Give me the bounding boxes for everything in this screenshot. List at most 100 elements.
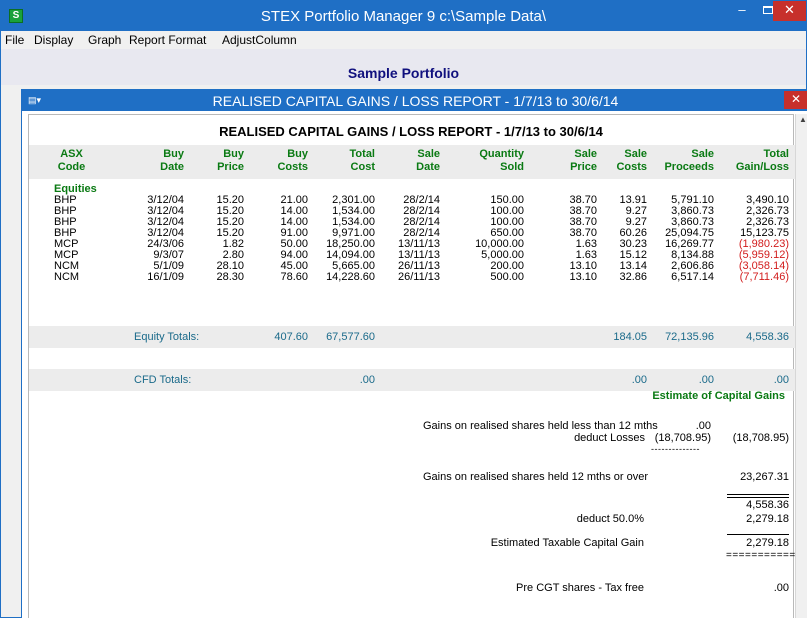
column-header-code: ASX Code: [54, 148, 89, 174]
equity-totals-row: Equity Totals: 407.60 67,577.60 184.05 7…: [29, 326, 795, 348]
estimate-title: Estimate of Capital Gains: [652, 390, 785, 402]
cfd-totals-row: CFD Totals: .00 .00 .00 .00: [29, 369, 795, 391]
report-window-title: REALISED CAPITAL GAINS / LOSS REPORT - 1…: [212, 93, 619, 109]
net-value: 4,558.36: [746, 499, 789, 511]
menu-file[interactable]: File: [5, 33, 24, 47]
report-body: REALISED CAPITAL GAINS / LOSS REPORT - 1…: [28, 114, 796, 618]
column-header-line: Sale: [624, 148, 647, 160]
taxable-label: Estimated Taxable Capital Gain: [490, 537, 644, 549]
net-rule: [727, 494, 789, 495]
menu-report-format[interactable]: Report Format: [129, 33, 206, 47]
column-header-line: Date: [160, 161, 184, 173]
column-header-line: Costs: [277, 161, 308, 173]
column-header-line: Gain/Loss: [735, 161, 789, 173]
column-header-line: Sold: [500, 161, 524, 173]
maximize-icon: [763, 6, 773, 14]
ge12-label: Gains on realised shares held 12 mths or…: [423, 471, 649, 483]
equity-totals-label: Equity Totals:: [134, 331, 200, 343]
column-header-line: Quantity: [479, 148, 524, 160]
equity-total-sale-costs: 184.05: [613, 331, 647, 343]
column-header-line: Costs: [616, 161, 647, 173]
column-header-line: Price: [217, 161, 244, 173]
column-header-line: Buy: [287, 148, 308, 160]
precgt-label: Pre CGT shares - Tax free: [516, 582, 644, 594]
close-icon: ✕: [790, 92, 802, 106]
report-window: ▤▾ REALISED CAPITAL GAINS / LOSS REPORT …: [21, 89, 807, 618]
cell-buy-price: 28.30: [216, 271, 244, 283]
cell-buy-costs: 78.60: [280, 271, 308, 283]
column-header-sale-price: Sale Price: [529, 148, 597, 174]
column-header-line: Date: [416, 161, 440, 173]
column-header-line: Sale: [417, 148, 440, 160]
equity-total-sale-proceeds: 72,135.96: [665, 331, 714, 343]
cfd-totals-label: CFD Totals:: [134, 374, 192, 386]
precgt-value: .00: [773, 582, 789, 594]
cell-total-cost: 14,228.60: [326, 271, 375, 283]
cfd-total-sale-costs: .00: [631, 374, 647, 386]
menu-bar: File Display Graph Report Format AdjustC…: [1, 31, 806, 49]
close-button[interactable]: ✕: [773, 1, 806, 21]
cell-sale-costs: 32.86: [619, 271, 647, 283]
column-header-line: Total: [349, 148, 375, 160]
deduct-losses-label: deduct Losses: [574, 432, 645, 444]
cell-quantity-sold: 500.00: [490, 271, 524, 283]
minimize-button[interactable]: –: [729, 1, 755, 21]
cell-total-gain-loss: (7,711.46): [739, 271, 789, 283]
cfd-total-cost: .00: [359, 374, 375, 386]
equity-total-cost: 67,577.60: [326, 331, 375, 343]
window-title: STEX Portfolio Manager 9 c:\Sample Data\: [260, 8, 547, 25]
column-header-line: Sale: [574, 148, 597, 160]
column-header-line: Buy: [163, 148, 184, 160]
taxable-value: 2,279.18: [746, 537, 789, 549]
minimize-icon: –: [738, 2, 746, 17]
column-header-sale-costs: Sale Costs: [603, 148, 647, 174]
column-header-line: Cost: [350, 161, 375, 173]
column-header-buy-date: Buy Date: [124, 148, 184, 174]
column-header-line: Total: [763, 148, 789, 160]
cfd-total-sale-proceeds: .00: [698, 374, 714, 386]
cell-buy-date: 16/1/09: [147, 271, 184, 283]
column-header-buy-costs: Buy Costs: [246, 148, 308, 174]
cell-sale-price: 13.10: [569, 271, 597, 283]
column-header-total-cost: Total Cost: [310, 148, 375, 174]
vertical-scrollbar[interactable]: ▲: [795, 114, 807, 618]
cfd-total-gain: .00: [773, 374, 789, 386]
ge12-value: 23,267.31: [740, 471, 789, 483]
equity-total-gain: 4,558.36: [746, 331, 789, 343]
column-header-line: ASX: [60, 148, 83, 160]
scroll-up-icon[interactable]: ▲: [798, 116, 807, 124]
equity-total-buy-costs: 407.60: [274, 331, 308, 343]
report-heading: REALISED CAPITAL GAINS / LOSS REPORT - 1…: [219, 124, 603, 139]
column-header-line: Sale: [691, 148, 714, 160]
deduct-pct-label: deduct 50.0%: [576, 513, 644, 525]
menu-adjust-column[interactable]: AdjustColumn: [222, 33, 297, 47]
deduct-pct-value: 2,279.18: [746, 513, 789, 525]
cell-code: NCM: [54, 271, 80, 283]
column-header-total-gain-loss: Total Gain/Loss: [719, 148, 789, 174]
net-rule-2: [727, 497, 789, 498]
portfolio-title: Sample Portfolio: [347, 65, 460, 81]
title-bar: S STEX Portfolio Manager 9 c:\Sample Dat…: [1, 1, 806, 31]
report-window-title-bar: ▤▾ REALISED CAPITAL GAINS / LOSS REPORT …: [22, 89, 807, 111]
column-header-sale-proceeds: Sale Proceeds: [648, 148, 714, 174]
column-header-buy-price: Buy Price: [199, 148, 244, 174]
column-header-line: Price: [570, 161, 597, 173]
menu-display[interactable]: Display: [34, 33, 73, 47]
app-window: S STEX Portfolio Manager 9 c:\Sample Dat…: [0, 0, 807, 618]
column-header-line: Proceeds: [664, 161, 714, 173]
column-header-line: Code: [57, 161, 86, 173]
menu-graph[interactable]: Graph: [88, 33, 121, 47]
subtotal-dashes: --------------: [651, 444, 700, 454]
double-rule: ===========: [726, 550, 796, 561]
cell-sale-proceeds: 6,517.14: [671, 271, 714, 283]
column-header-sale-date: Sale Date: [375, 148, 440, 174]
portfolio-bar: Sample Portfolio: [1, 49, 806, 85]
taxable-rule: [727, 534, 789, 535]
column-header-quantity-sold: Quantity Sold: [454, 148, 524, 174]
close-icon: ✕: [784, 2, 795, 17]
table-row[interactable]: NCM 16/1/09 28.30 78.60 14,228.60 26/11/13 500…: [29, 271, 795, 284]
cell-sale-date: 26/11/13: [397, 271, 440, 283]
report-window-close-button[interactable]: ✕: [784, 91, 807, 109]
deduct-losses-total: (18,708.95): [732, 432, 789, 444]
column-header-line: Buy: [223, 148, 244, 160]
